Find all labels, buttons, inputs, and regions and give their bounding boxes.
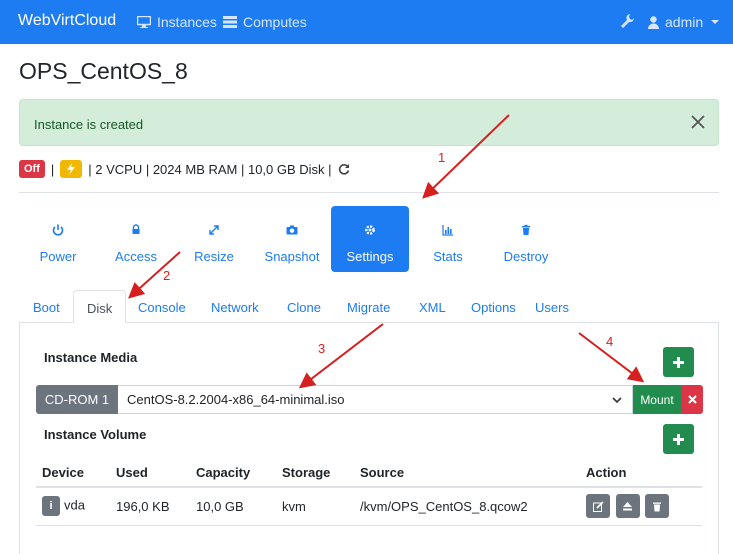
nav-instances-label: Instances — [157, 14, 217, 30]
instance-specs: | 2 VCPU | 2024 MB RAM | 10,0 GB Disk | — [88, 161, 332, 177]
lock-icon — [132, 224, 140, 234]
add-volume-button[interactable] — [663, 424, 694, 454]
pill-destroy-label: Destroy — [503, 249, 549, 264]
gear-icon — [365, 225, 375, 235]
status-badge: Off — [19, 160, 45, 178]
refresh-icon[interactable] — [338, 163, 350, 175]
user-name: admin — [665, 14, 704, 30]
top-navbar: WebVirtCloud Instances Computes admin — [0, 0, 733, 44]
instance-status-line: Off | | 2 VCPU | 2024 MB RAM | 10,0 GB D… — [19, 160, 350, 178]
tab-network[interactable]: Network — [211, 290, 259, 323]
add-media-button[interactable] — [663, 347, 694, 377]
chevron-down-icon — [612, 397, 622, 404]
cdrom-input-group: CD-ROM 1 CentOS-8.2.2004-x86_64-minimal.… — [36, 385, 703, 414]
lightning-icon[interactable] — [60, 160, 83, 178]
tab-console[interactable]: Console — [138, 290, 186, 323]
info-icon[interactable]: i — [42, 496, 60, 517]
pill-settings-label: Settings — [346, 249, 394, 264]
col-device: Device — [36, 458, 110, 488]
col-capacity: Capacity — [190, 458, 276, 488]
pill-snapshot[interactable]: Snapshot — [253, 206, 331, 272]
pill-stats-label: Stats — [433, 249, 463, 264]
table-header-row: Device Used Capacity Storage Source Acti… — [36, 458, 702, 488]
plus-icon — [673, 433, 684, 445]
volume-table: Device Used Capacity Storage Source Acti… — [36, 458, 702, 526]
pill-resize-label: Resize — [194, 249, 234, 264]
pill-power[interactable]: Power — [19, 206, 97, 272]
source-cell: /kvm/OPS_CentOS_8.qcow2 — [354, 487, 580, 526]
tab-boot[interactable]: Boot — [33, 290, 60, 323]
table-row: i vda 196,0 KB 10,0 GB kvm /kvm/OPS_CentO… — [36, 487, 702, 526]
divider — [19, 192, 719, 193]
instance-volume-title: Instance Volume — [44, 427, 147, 442]
col-source: Source — [354, 458, 580, 488]
device-name: vda — [64, 497, 85, 513]
col-action: Action — [580, 458, 702, 488]
col-used: Used — [110, 458, 190, 488]
nav-computes-label: Computes — [243, 14, 307, 30]
used-cell: 196,0 KB — [110, 487, 190, 526]
close-icon — [687, 395, 697, 404]
tab-xml[interactable]: XML — [419, 290, 446, 323]
tab-users[interactable]: Users — [535, 290, 569, 323]
cdrom-device-label: CD-ROM 1 — [36, 385, 118, 414]
page-title: OPS_CentOS_8 — [19, 58, 188, 84]
expand-icon — [209, 225, 219, 235]
pill-access-label: Access — [115, 249, 157, 264]
trash-icon — [653, 502, 662, 512]
device-cell: i vda — [36, 487, 110, 526]
eject-icon — [623, 501, 633, 511]
instance-media-title: Instance Media — [44, 350, 138, 365]
annotation-label-4: 4 — [606, 334, 614, 349]
nav-computes[interactable]: Computes — [223, 14, 307, 30]
pill-access[interactable]: Access — [97, 206, 175, 272]
col-storage: Storage — [276, 458, 354, 488]
tab-disk[interactable]: Disk — [73, 290, 127, 323]
user-icon — [648, 15, 659, 29]
pill-snapshot-label: Snapshot — [264, 249, 320, 264]
server-icon — [223, 16, 237, 28]
pill-stats[interactable]: Stats — [409, 206, 487, 272]
edit-volume-button[interactable] — [586, 494, 610, 519]
plus-icon — [673, 356, 684, 368]
user-menu[interactable]: admin — [648, 14, 720, 30]
edit-icon — [592, 501, 604, 512]
mount-button[interactable]: Mount — [633, 385, 681, 414]
storage-cell: kvm — [276, 487, 354, 526]
tab-migrate[interactable]: Migrate — [347, 290, 390, 323]
pill-destroy[interactable]: Destroy — [487, 206, 565, 272]
pill-resize[interactable]: Resize — [175, 206, 253, 272]
annotation-label-3: 3 — [318, 341, 326, 356]
separator: | — [50, 161, 55, 177]
desktop-icon — [137, 16, 151, 28]
annotation-label-1: 1 — [438, 150, 446, 165]
remove-media-button[interactable] — [681, 385, 703, 414]
camera-icon — [286, 225, 298, 235]
close-icon[interactable] — [690, 114, 706, 130]
tab-options[interactable]: Options — [471, 290, 516, 323]
detach-volume-button[interactable] — [615, 494, 640, 519]
brand-link[interactable]: WebVirtCloud — [18, 12, 116, 30]
trash-icon — [522, 224, 530, 235]
instance-action-pills: Power Access Resize Snapshot Settings St… — [19, 206, 565, 272]
pill-settings[interactable]: Settings — [331, 206, 409, 272]
alert-message: Instance is created — [34, 117, 144, 132]
annotation-label-2: 2 — [163, 268, 171, 283]
iso-select[interactable]: CentOS-8.2.2004-x86_64-minimal.iso — [118, 385, 633, 414]
success-alert: Instance is created — [19, 99, 719, 146]
tab-clone[interactable]: Clone — [287, 290, 321, 323]
chevron-down-icon — [711, 20, 720, 24]
wrench-icon[interactable] — [620, 13, 634, 29]
nav-instances[interactable]: Instances — [137, 14, 217, 30]
iso-select-value: CentOS-8.2.2004-x86_64-minimal.iso — [127, 392, 345, 407]
settings-tabs: Boot Disk Console Network Clone Migrate … — [19, 290, 719, 323]
capacity-cell: 10,0 GB — [190, 487, 276, 526]
bar-chart-icon — [442, 225, 453, 236]
pill-power-label: Power — [39, 249, 77, 264]
delete-volume-button[interactable] — [645, 494, 670, 519]
power-icon — [52, 224, 64, 236]
action-cell — [580, 487, 702, 526]
